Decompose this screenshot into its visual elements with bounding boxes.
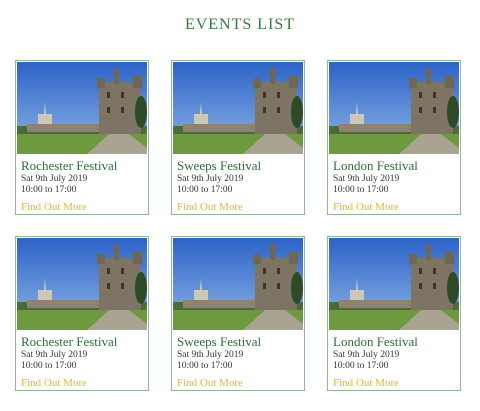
event-image [173, 238, 303, 330]
find-out-more-link[interactable]: Find Out More [177, 377, 243, 389]
event-date: Sat 9th July 2019 [333, 350, 400, 360]
event-image [329, 62, 459, 154]
event-card: Sweeps Festival Sat 9th July 2019 10:00 to… [171, 60, 305, 215]
event-time: 10:00 to 17:00 [333, 361, 389, 371]
event-date: Sat 9th July 2019 [177, 350, 244, 360]
event-card: Rochester Festival Sat 9th July 2019 10:00… [15, 236, 149, 391]
event-date: Sat 9th July 2019 [177, 174, 244, 184]
event-title: London Festival [333, 158, 418, 173]
find-out-more-link[interactable]: Find Out More [21, 377, 87, 389]
event-title: Sweeps Festival [177, 334, 262, 349]
event-time: 10:00 to 17:00 [21, 361, 77, 371]
find-out-more-link[interactable]: Find Out More [333, 201, 399, 213]
event-card: Rochester Festival Sat 9th July 2019 10:00… [15, 60, 149, 215]
event-time: 10:00 to 17:00 [177, 185, 233, 195]
event-image [329, 238, 459, 330]
event-title: Rochester Festival [21, 334, 118, 349]
event-time: 10:00 to 17:00 [21, 185, 77, 195]
find-out-more-link[interactable]: Find Out More [177, 201, 243, 213]
find-out-more-link[interactable]: Find Out More [333, 377, 399, 389]
event-date: Sat 9th July 2019 [333, 174, 400, 184]
event-image [17, 238, 147, 330]
event-card: London Festival Sat 9th July 2019 10:00 to… [327, 236, 461, 391]
event-image [173, 62, 303, 154]
event-time: 10:00 to 17:00 [333, 185, 389, 195]
event-title: Rochester Festival [21, 158, 118, 173]
event-date: Sat 9th July 2019 [21, 350, 88, 360]
event-title: Sweeps Festival [177, 158, 262, 173]
event-card: Sweeps Festival Sat 9th July 2019 10:00 to… [171, 236, 305, 391]
event-time: 10:00 to 17:00 [177, 361, 233, 371]
event-title: London Festival [333, 334, 418, 349]
find-out-more-link[interactable]: Find Out More [21, 201, 87, 213]
event-date: Sat 9th July 2019 [21, 174, 88, 184]
event-image [17, 62, 147, 154]
page-title: EVENTS LIST [184, 16, 296, 33]
event-card: London Festival Sat 9th July 2019 10:00 to… [327, 60, 461, 215]
